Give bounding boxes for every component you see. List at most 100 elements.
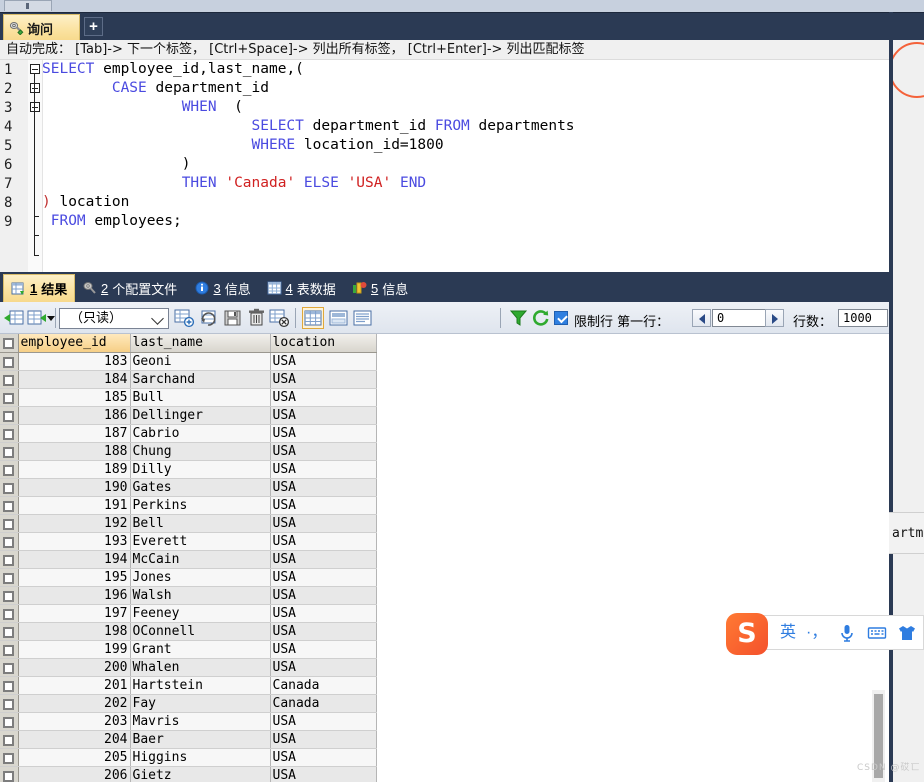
cell-location[interactable]: USA <box>270 370 377 389</box>
table-row[interactable]: 203 Mavris USA <box>0 712 377 731</box>
fold-toggle-icon[interactable] <box>30 102 40 112</box>
row-checkbox[interactable] <box>3 608 15 620</box>
cell-last-name[interactable]: Fay <box>130 694 271 713</box>
cell-employee-id[interactable]: 189 <box>18 460 131 479</box>
table-row[interactable]: 194 McCain USA <box>0 550 377 569</box>
cell-employee-id[interactable]: 197 <box>18 604 131 623</box>
cell-last-name[interactable]: Jones <box>130 568 271 587</box>
cell-employee-id[interactable]: 198 <box>18 622 131 641</box>
cell-location[interactable]: USA <box>270 712 377 731</box>
row-selector-cell[interactable] <box>0 712 19 731</box>
row-checkbox[interactable] <box>3 464 15 476</box>
ime-punctuation-toggle[interactable]: ·， <box>806 624 827 641</box>
row-selector-cell[interactable] <box>0 370 19 389</box>
export-grid-button[interactable] <box>26 307 47 329</box>
cell-employee-id[interactable]: 185 <box>18 388 131 407</box>
row-selector-cell[interactable] <box>0 586 19 605</box>
cell-location[interactable]: USA <box>270 568 377 587</box>
cell-employee-id[interactable]: 184 <box>18 370 131 389</box>
cell-location[interactable]: USA <box>270 352 377 371</box>
cell-employee-id[interactable]: 205 <box>18 748 131 767</box>
row-selector-cell[interactable] <box>0 514 19 533</box>
row-selector-cell[interactable] <box>0 496 19 515</box>
cancel-record-button[interactable] <box>269 307 290 329</box>
cell-employee-id[interactable]: 193 <box>18 532 131 551</box>
cell-employee-id[interactable]: 203 <box>18 712 131 731</box>
cell-location[interactable]: USA <box>270 640 377 659</box>
cell-location[interactable]: USA <box>270 532 377 551</box>
cell-employee-id[interactable]: 196 <box>18 586 131 605</box>
delete-record-button[interactable] <box>246 307 267 329</box>
column-header-location[interactable]: location <box>270 334 377 353</box>
cell-last-name[interactable]: Geoni <box>130 352 271 371</box>
table-row[interactable]: 202 Fay Canada <box>0 694 377 713</box>
row-selector-cell[interactable] <box>0 694 19 713</box>
row-selector-cell[interactable] <box>0 658 19 677</box>
cell-last-name[interactable]: Gates <box>130 478 271 497</box>
row-checkbox[interactable] <box>3 662 15 674</box>
mic-icon[interactable] <box>837 623 857 643</box>
cell-location[interactable]: USA <box>270 658 377 677</box>
table-row[interactable]: 198 OConnell USA <box>0 622 377 641</box>
cell-last-name[interactable]: Dellinger <box>130 406 271 425</box>
cell-employee-id[interactable]: 188 <box>18 442 131 461</box>
add-record-button[interactable] <box>174 307 195 329</box>
cell-location[interactable]: USA <box>270 766 377 782</box>
ime-toolbar[interactable]: S 英 ·， <box>726 613 924 655</box>
cell-last-name[interactable]: Grant <box>130 640 271 659</box>
cell-last-name[interactable]: Everett <box>130 532 271 551</box>
cell-last-name[interactable]: Higgins <box>130 748 271 767</box>
tab-query[interactable]: 询问 <box>3 14 80 41</box>
new-tab-button[interactable]: + <box>84 17 103 36</box>
fold-toggle-icon[interactable] <box>30 64 40 74</box>
save-record-button[interactable] <box>222 307 243 329</box>
row-selector-cell[interactable] <box>0 568 19 587</box>
table-row[interactable]: 196 Walsh USA <box>0 586 377 605</box>
row-checkbox[interactable] <box>3 770 15 782</box>
row-checkbox[interactable] <box>3 500 15 512</box>
row-checkbox[interactable] <box>3 392 15 404</box>
sql-code-text[interactable]: SELECT employee_id,last_name,( CASE depa… <box>42 60 893 272</box>
row-selector-cell[interactable] <box>0 622 19 641</box>
result-tab-5[interactable]: 5 信息 <box>345 274 415 302</box>
row-selector-cell[interactable] <box>0 640 19 659</box>
row-selector-cell[interactable] <box>0 388 19 407</box>
cell-employee-id[interactable]: 206 <box>18 766 131 782</box>
column-header-last-name[interactable]: last_name <box>130 334 271 353</box>
first-row-decrement-button[interactable] <box>692 309 711 327</box>
cell-location[interactable]: USA <box>270 424 377 443</box>
row-checkbox[interactable] <box>3 734 15 746</box>
table-row[interactable]: 183 Geoni USA <box>0 352 377 371</box>
table-row[interactable]: 201 Hartstein Canada <box>0 676 377 695</box>
column-header-employee-id[interactable]: employee_id <box>18 334 131 353</box>
row-selector-cell[interactable] <box>0 676 19 695</box>
cell-location[interactable]: USA <box>270 586 377 605</box>
row-checkbox[interactable] <box>3 482 15 494</box>
cell-last-name[interactable]: Perkins <box>130 496 271 515</box>
row-selector-cell[interactable] <box>0 730 19 749</box>
first-row-increment-button[interactable] <box>765 309 784 327</box>
cell-employee-id[interactable]: 199 <box>18 640 131 659</box>
cell-employee-id[interactable]: 201 <box>18 676 131 695</box>
skin-icon[interactable] <box>897 623 917 643</box>
table-row[interactable]: 192 Bell USA <box>0 514 377 533</box>
cell-location[interactable]: USA <box>270 550 377 569</box>
table-row[interactable]: 193 Everett USA <box>0 532 377 551</box>
cell-location[interactable]: USA <box>270 460 377 479</box>
cell-last-name[interactable]: Dilly <box>130 460 271 479</box>
cell-employee-id[interactable]: 194 <box>18 550 131 569</box>
ime-language-mode[interactable]: 英 <box>780 624 796 641</box>
row-selector-cell[interactable] <box>0 604 19 623</box>
table-row[interactable]: 199 Grant USA <box>0 640 377 659</box>
reload-button[interactable] <box>530 307 551 329</box>
refresh-record-button[interactable] <box>199 307 220 329</box>
row-selector-cell[interactable] <box>0 532 19 551</box>
cell-employee-id[interactable]: 192 <box>18 514 131 533</box>
cell-last-name[interactable]: Chung <box>130 442 271 461</box>
row-selector-cell[interactable] <box>0 406 19 425</box>
row-checkbox[interactable] <box>3 626 15 638</box>
row-checkbox[interactable] <box>3 644 15 656</box>
cell-last-name[interactable]: Mavris <box>130 712 271 731</box>
sql-editor[interactable]: 1 2 3 4 5 6 7 8 9 SELECT employee_id,last_name,(… <box>0 60 893 272</box>
row-checkbox[interactable] <box>3 554 15 566</box>
